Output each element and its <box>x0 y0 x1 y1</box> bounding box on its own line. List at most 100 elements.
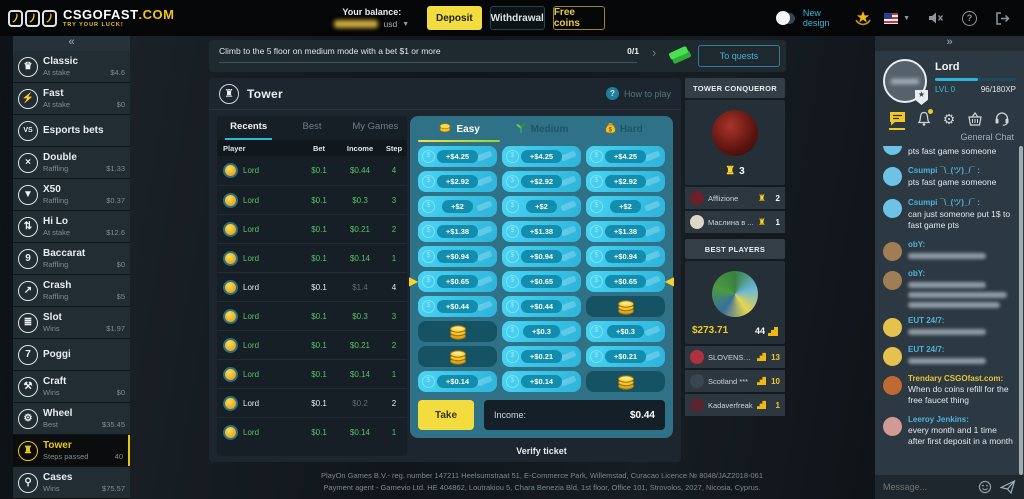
tower-cell[interactable]: +$0.3 <box>502 321 581 342</box>
sidebar-item-wheel[interactable]: ⚙ Wheel Best $35.45 <box>13 403 130 434</box>
notifications-bell-icon[interactable] <box>917 109 934 126</box>
chat-message: Csumpi ¯\_(ツ)_/¯ : can just someone put 1… <box>875 192 1024 235</box>
avatar[interactable]: ★ <box>883 59 928 105</box>
sidebar-item-esports-bets[interactable]: VS Esports bets <box>13 115 130 146</box>
how-to-play-button[interactable]: ? How to play <box>605 87 671 100</box>
tower-cell[interactable]: +$2 <box>418 196 497 217</box>
sidebar-item-crash[interactable]: ↗ Crash Raffling $5 <box>13 275 130 306</box>
tower-cell[interactable]: +$2.92 <box>418 171 497 192</box>
new-design-label: New design <box>802 8 830 28</box>
mode-tab-medium[interactable]: Medium <box>500 116 582 142</box>
sidebar-item-double[interactable]: × Double Raffling $1.33 <box>13 147 130 178</box>
language-caret-icon[interactable]: ▼ <box>903 15 910 22</box>
sidebar-item-value: $0 <box>116 388 125 397</box>
chat-tab-icon[interactable] <box>889 111 906 130</box>
tower-cell[interactable]: +$0.94 <box>502 246 581 267</box>
sidebar-item-cases[interactable]: ⚲ Cases Wins $75.57 <box>13 467 130 498</box>
support-headset-icon[interactable] <box>994 111 1010 126</box>
sidebar-item-tower[interactable]: ♜ Tower Steps passed 40 <box>13 435 130 466</box>
settings-gear-icon[interactable]: ⚙ <box>943 112 956 126</box>
sidebar-item-label: Baccarat <box>43 248 86 259</box>
tower-cell[interactable]: +$0.65 <box>502 271 581 292</box>
currency-select[interactable]: usd <box>383 19 397 29</box>
sidebar-item-x50[interactable]: ▼ X50 Raffling $0.37 <box>13 179 130 210</box>
message-input[interactable] <box>883 482 970 492</box>
sidebar-item-classic[interactable]: ♛ Classic At stake $4.6 <box>13 51 130 82</box>
history-table: Recents Best My Games Player Bet Income St… <box>217 116 407 456</box>
tower-cell[interactable] <box>586 371 665 392</box>
tower-cell[interactable]: +$0.14 <box>502 371 581 392</box>
sidebar-item-poggi[interactable]: 7 Poggi <box>13 339 130 370</box>
tower-cell[interactable]: +$1.38 <box>502 221 581 242</box>
tab-recents[interactable]: Recents <box>217 116 280 140</box>
tower-cell[interactable]: +$4.25 <box>586 146 665 167</box>
tower-cell[interactable]: +$4.25 <box>418 146 497 167</box>
mode-tab-hard[interactable]: $ Hard <box>583 116 665 142</box>
chat-messages: Csumpi ¯\_(ツ)_/¯ :pts fast game someoneC… <box>875 146 1024 475</box>
withdrawal-button[interactable]: Withdrawal <box>489 6 545 30</box>
tower-cell[interactable]: +$2 <box>586 196 665 217</box>
mode-tab-easy[interactable]: Easy <box>418 116 501 142</box>
chat-message-text: pts fast game someone <box>908 177 997 188</box>
player-name: Lord <box>243 340 260 350</box>
site-logo[interactable]: ) ) ) CSGOFAST.COM TRY YOUR LUCK! <box>8 8 174 29</box>
seven-icon: 7 <box>13 344 43 365</box>
language-flag-us[interactable] <box>884 12 899 24</box>
tower-cell[interactable]: +$0.65 <box>418 271 497 292</box>
quest-chevron-icon[interactable]: › <box>652 45 656 60</box>
mute-sound-icon[interactable] <box>928 11 944 25</box>
blurred-message-text <box>908 281 986 288</box>
board-row: +$4.25 +$4.25 +$4.25 <box>418 146 665 167</box>
tower-cell[interactable]: +$0.94 <box>586 246 665 267</box>
sidebar-item-craft[interactable]: ⚒ Craft Wins $0 <box>13 371 130 402</box>
help-icon[interactable]: ? <box>962 10 977 26</box>
chat-scrollbar[interactable] <box>1019 146 1023 475</box>
sidebar-item-value: $0 <box>116 260 125 269</box>
tower-cell[interactable] <box>418 346 497 367</box>
new-design-toggle[interactable] <box>775 10 795 25</box>
tower-cell[interactable]: +$2.92 <box>502 171 581 192</box>
logout-icon[interactable] <box>995 11 1010 26</box>
emoji-icon[interactable] <box>978 480 992 494</box>
tower-cell[interactable]: +$1.38 <box>586 221 665 242</box>
tower-cell[interactable] <box>418 321 497 342</box>
verify-ticket-link[interactable]: Verify ticket <box>410 446 673 456</box>
tournament-icon[interactable] <box>854 10 872 26</box>
sidebar-item-baccarat[interactable]: 9 Baccarat Raffling $0 <box>13 243 130 274</box>
to-quests-button[interactable]: To quests <box>698 45 780 67</box>
tower-cell[interactable]: +$0.21 <box>586 346 665 367</box>
tower-cell[interactable]: +$2 <box>502 196 581 217</box>
cell-multiplier: +$2.92 <box>604 175 647 188</box>
tower-cell[interactable]: +$0.94 <box>418 246 497 267</box>
tower-cell[interactable]: +$0.44 <box>418 296 497 317</box>
sidebar-collapse-button[interactable]: « <box>13 36 130 51</box>
sidebar-item-hi-lo[interactable]: ⇅ Hi Lo At stake $12.6 <box>13 211 130 242</box>
tower-cell[interactable]: +$0.14 <box>418 371 497 392</box>
tower-cell[interactable]: +$0.44 <box>502 296 581 317</box>
tab-my-games[interactable]: My Games <box>344 116 407 140</box>
tower-cell[interactable]: +$2.92 <box>586 171 665 192</box>
mode-label: Hard <box>619 123 643 135</box>
cell-multiplier: +$0.3 <box>607 325 644 338</box>
send-message-icon[interactable] <box>1000 480 1016 494</box>
tower-cell[interactable]: +$0.65 <box>586 271 665 292</box>
tower-cell[interactable] <box>586 296 665 317</box>
tower-cell[interactable]: +$1.38 <box>418 221 497 242</box>
bet-value: $0.1 <box>311 311 327 321</box>
sidebar-item-fast[interactable]: ⚡ Fast At stake $0 <box>13 83 130 114</box>
board-row: +$0.94 +$0.94 +$0.94 <box>418 246 665 267</box>
take-button[interactable]: Take <box>418 400 474 430</box>
tower-badge-icon: ♜ <box>725 165 736 177</box>
tower-cell[interactable]: +$0.21 <box>502 346 581 367</box>
chat-collapse-button[interactable]: » <box>875 36 1024 51</box>
deposit-button[interactable]: Deposit <box>427 6 482 30</box>
section-strip-pve: PvE <box>1 219 11 235</box>
avatar <box>690 215 704 229</box>
shop-basket-icon[interactable] <box>967 111 983 126</box>
sidebar-item-sub: Raffling <box>43 196 69 205</box>
tab-best[interactable]: Best <box>280 116 343 140</box>
free-coins-button[interactable]: Free coins <box>552 6 605 30</box>
tower-cell[interactable]: +$4.25 <box>502 146 581 167</box>
sidebar-item-slot[interactable]: ≣ Slot Wins $1.97 <box>13 307 130 338</box>
tower-cell[interactable]: +$0.3 <box>586 321 665 342</box>
